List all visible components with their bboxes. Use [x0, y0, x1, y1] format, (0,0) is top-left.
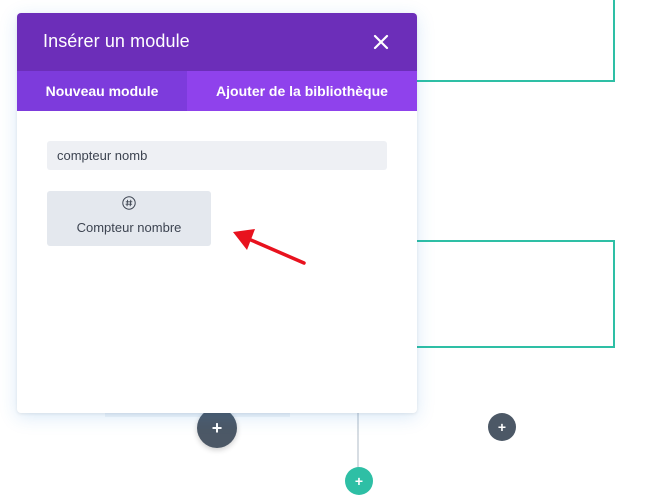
plus-icon: +	[497, 419, 507, 435]
module-result-number-counter[interactable]: Compteur nombre	[47, 191, 211, 246]
connector-line	[357, 412, 359, 468]
module-result-label: Compteur nombre	[76, 220, 182, 235]
insert-module-modal: Insérer un module Nouveau module Ajouter…	[17, 13, 417, 413]
plus-icon: +	[354, 473, 364, 489]
module-search-input[interactable]	[47, 141, 387, 170]
add-module-button-column[interactable]: +	[488, 413, 516, 441]
hash-icon	[122, 196, 136, 210]
add-row-button[interactable]: +	[345, 467, 373, 495]
plus-icon: +	[211, 418, 223, 438]
tab-add-from-library[interactable]: Ajouter de la bibliothèque	[187, 71, 417, 111]
close-icon[interactable]	[372, 33, 390, 51]
annotation-arrow-icon	[233, 229, 306, 265]
tab-new-module[interactable]: Nouveau module	[17, 71, 187, 111]
row-outline-top	[410, 0, 615, 82]
add-module-button[interactable]: +	[197, 408, 237, 448]
modal-tabs: Nouveau module Ajouter de la bibliothèqu…	[17, 71, 417, 111]
modal-title: Insérer un module	[43, 31, 190, 51]
row-outline-middle	[410, 240, 615, 348]
modal-header: Insérer un module	[17, 13, 417, 71]
